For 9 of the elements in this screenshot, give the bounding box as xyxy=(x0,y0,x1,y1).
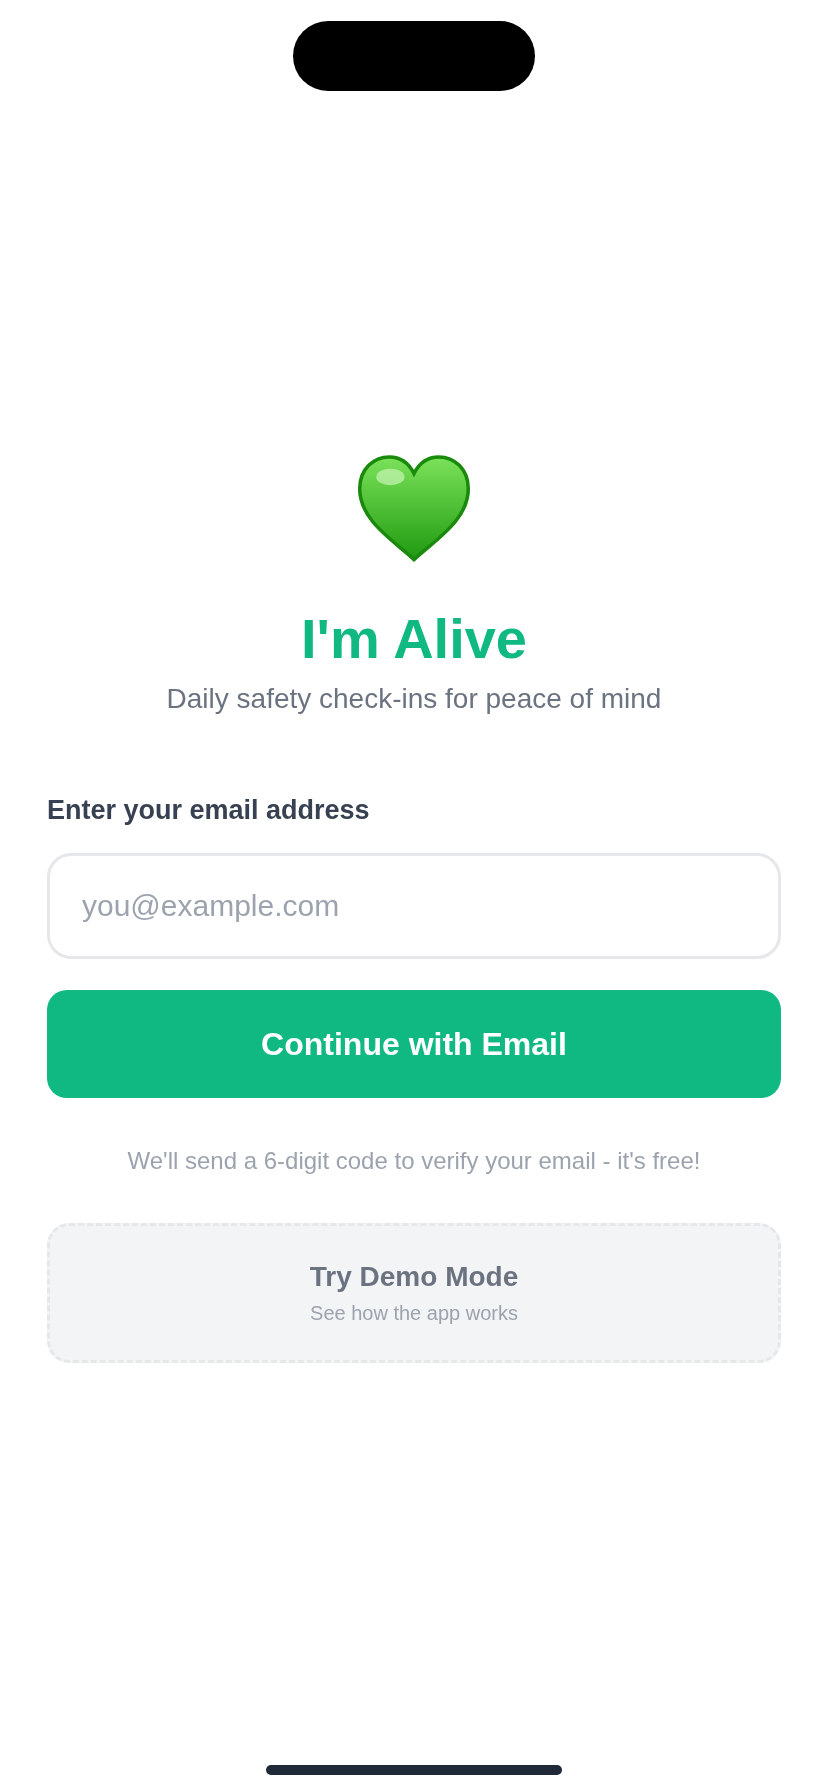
verification-note: We'll send a 6-digit code to verify your email - it's free! xyxy=(127,1146,701,1176)
app-subtitle: Daily safety check-ins for peace of mind xyxy=(166,682,662,716)
continue-button[interactable]: Continue with Email xyxy=(47,990,781,1098)
email-label: Enter your email address xyxy=(47,794,370,827)
demo-title: Try Demo Mode xyxy=(309,1260,519,1294)
email-field[interactable]: you@example.com xyxy=(47,853,781,959)
demo-subtitle: See how the app works xyxy=(310,1301,518,1326)
demo-mode-button[interactable]: Try Demo Mode See how the app works xyxy=(47,1223,781,1363)
app-title: I'm Alive xyxy=(301,607,527,671)
